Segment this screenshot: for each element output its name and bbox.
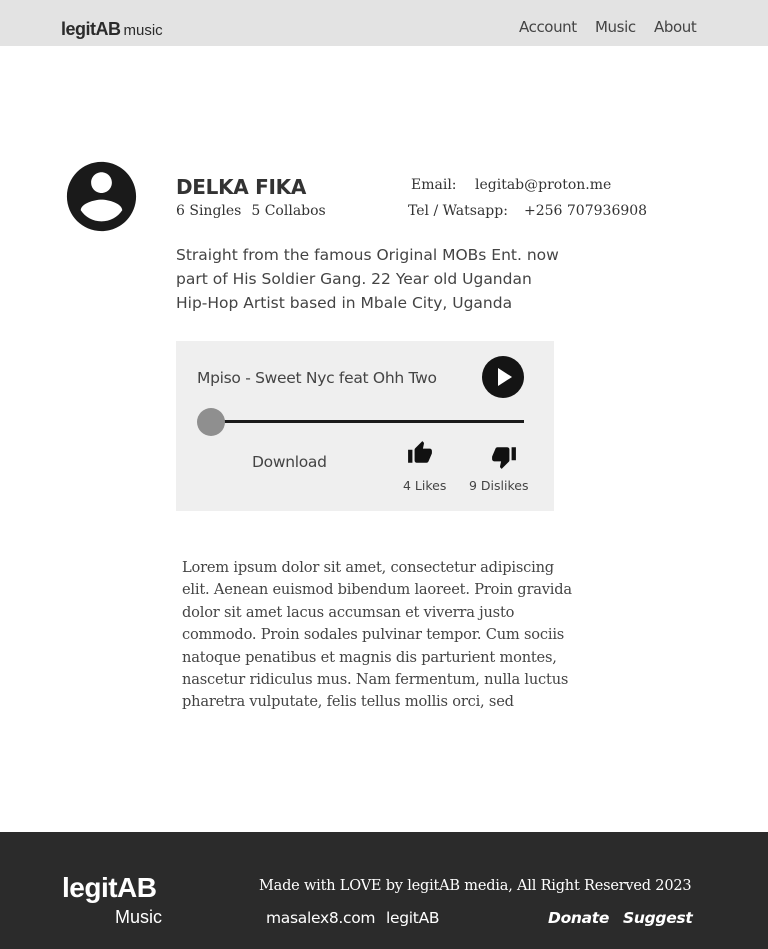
nav-about[interactable]: About [654,18,697,36]
audio-player: Mpiso - Sweet Nyc feat Ohh Two Download … [176,341,554,511]
email-label: Email: [411,177,457,193]
seek-bar[interactable] [211,420,524,423]
artist-name: DELKA FIKA [176,175,307,199]
footer-link-masalex[interactable]: masalex8.com [266,909,376,927]
donate-link[interactable]: Donate [548,909,609,927]
track-description: Lorem ipsum dolor sit amet, consectetur … [182,559,572,711]
thumbs-down-icon[interactable] [490,444,518,470]
header: legitAB music Account Music About [0,0,768,46]
email-value[interactable]: legitab@proton.me [475,177,611,193]
footer-logo-sub: Music [115,907,163,927]
collabos-count: 5 Collabos [251,203,326,219]
likes-count: 4 Likes [403,478,447,493]
footer-credit: Made with LOVE by legitAB media, All Rig… [259,878,692,894]
footer-link-legitab[interactable]: legitAB [386,909,440,927]
tel-label: Tel / Watsapp: [408,203,508,219]
account-circle-icon [66,161,137,232]
logo-brand: legitAB [61,19,121,39]
tel-value[interactable]: +256 707936908 [524,203,647,219]
singles-count: 6 Singles [176,203,242,219]
site-logo[interactable]: legitAB music [61,19,163,40]
dislikes-count: 9 Dislikes [469,478,529,493]
artist-counts: 6 Singles 5 Collabos [176,203,326,219]
footer-logo-brand: legitAB [62,872,157,903]
download-button[interactable]: Download [252,453,327,471]
track-title: Mpiso - Sweet Nyc feat Ohh Two [197,369,437,387]
artist-bio: Straight from the famous Original MOBs E… [176,246,559,312]
logo-sub: music [123,22,163,39]
suggest-link[interactable]: Suggest [623,909,693,927]
nav-account[interactable]: Account [519,18,577,36]
seek-handle[interactable] [197,408,225,436]
footer: legitAB Music Made with LOVE by legitAB … [0,832,768,949]
play-button[interactable] [482,356,524,398]
thumbs-up-icon[interactable] [406,440,434,466]
nav-music[interactable]: Music [595,18,636,36]
